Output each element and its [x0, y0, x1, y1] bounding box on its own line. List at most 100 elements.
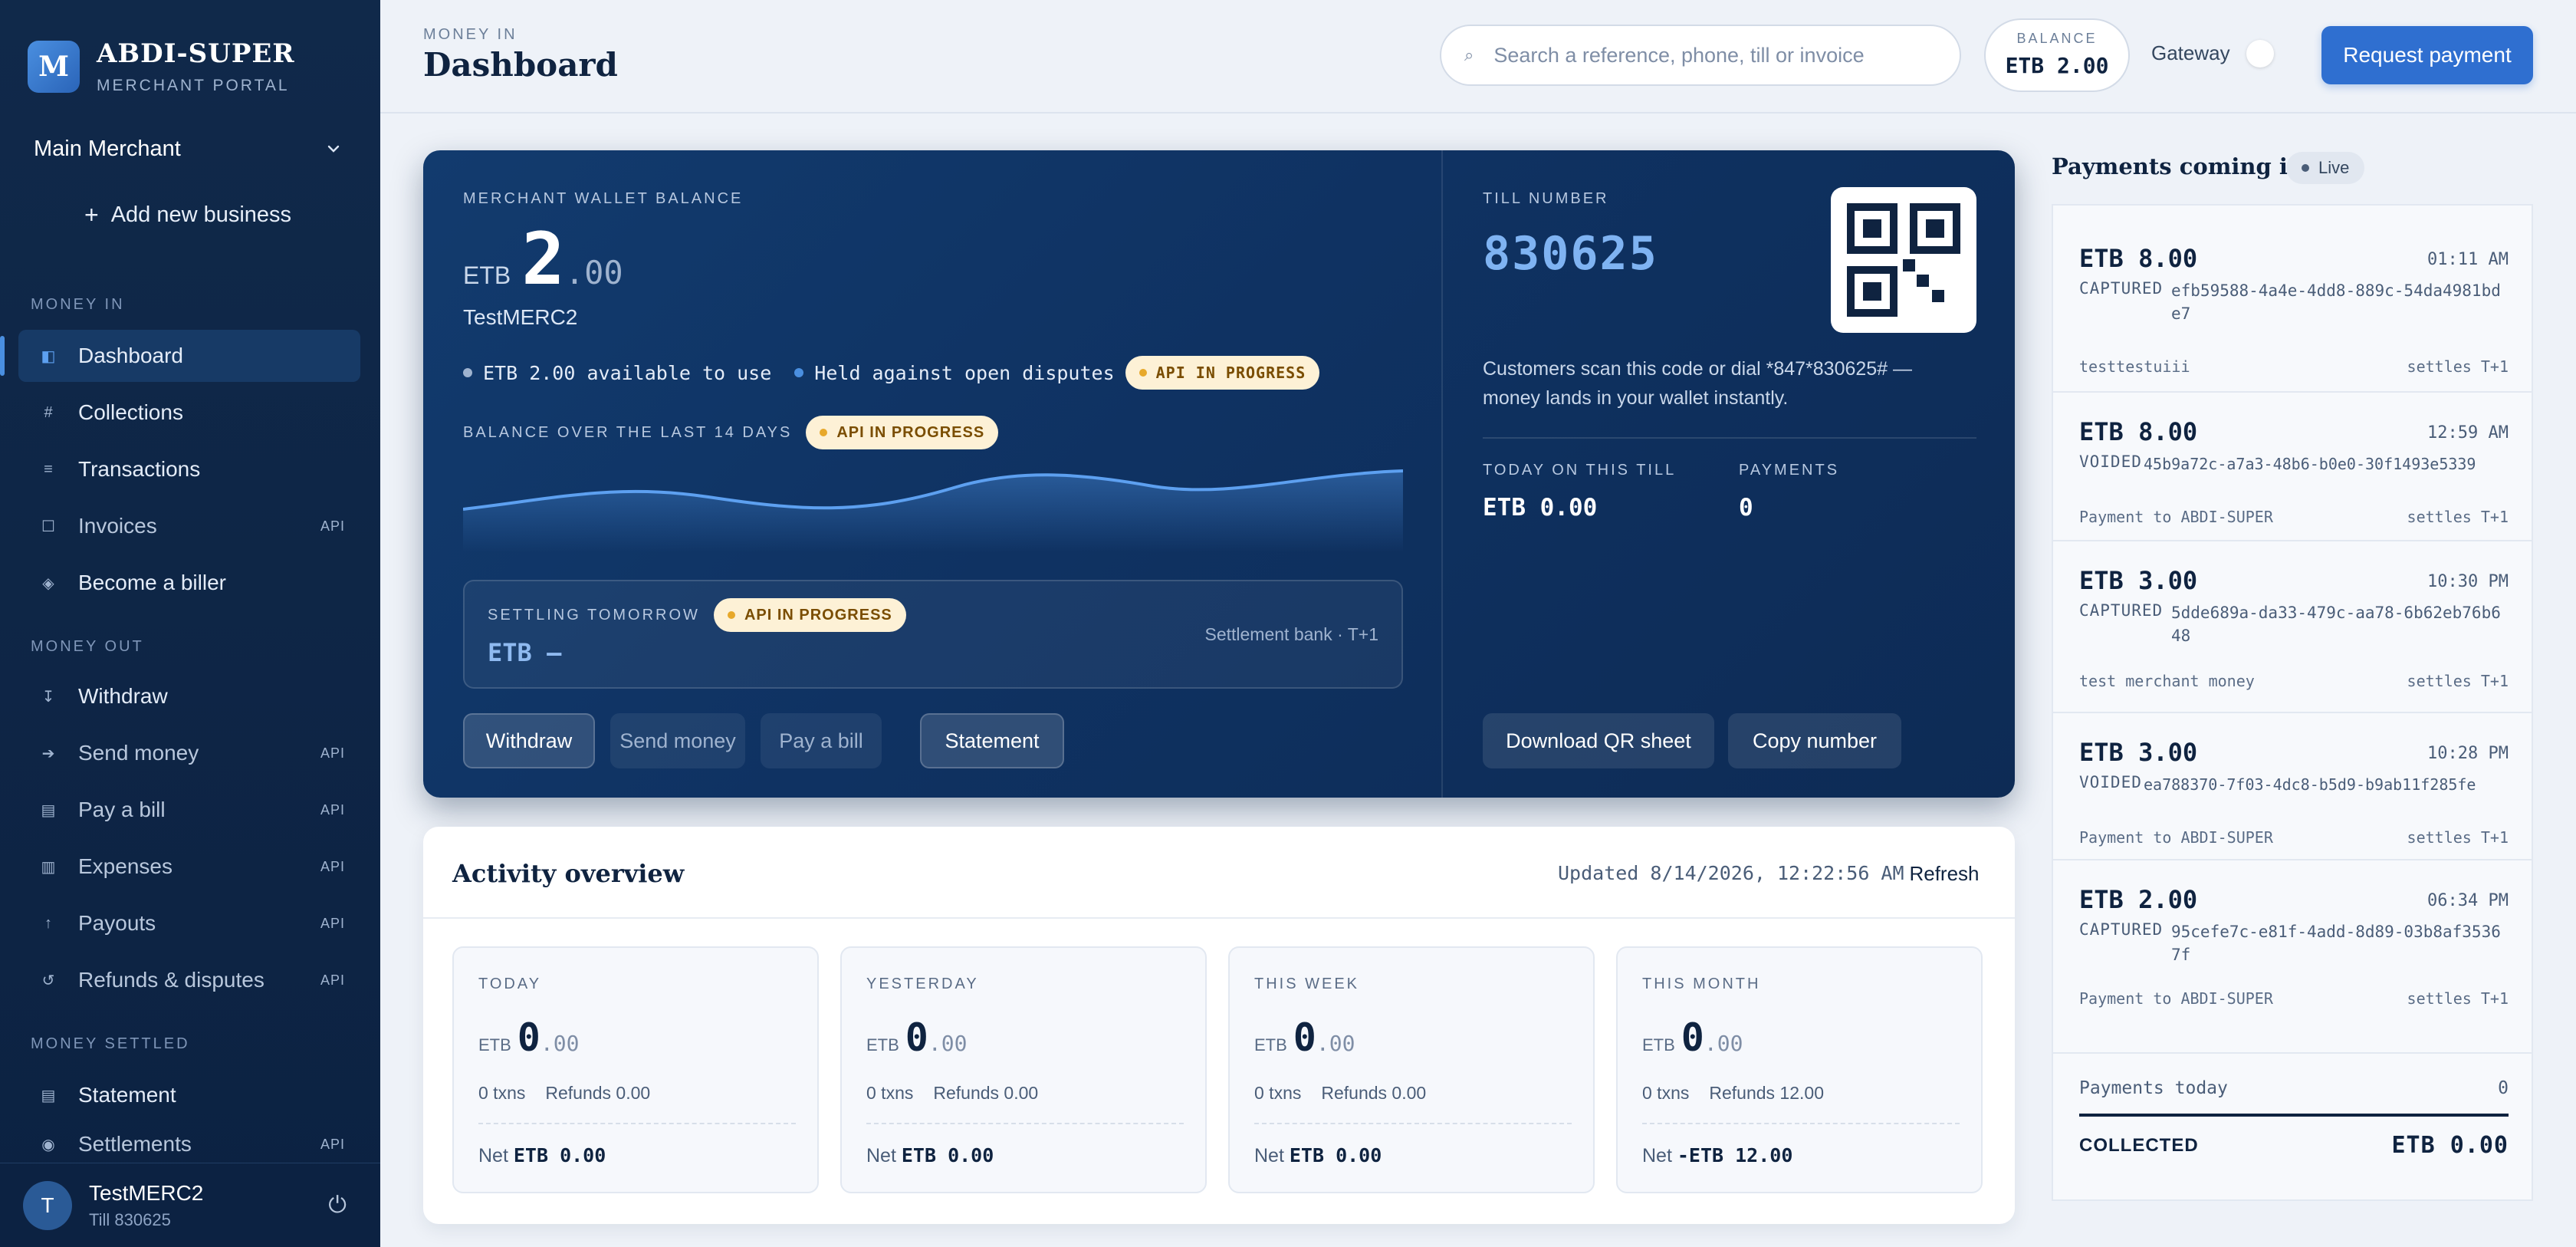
gateway-toggle[interactable] — [2240, 38, 2279, 69]
pay-bill-button[interactable]: Pay a bill — [761, 713, 882, 768]
hash-icon: # — [44, 403, 53, 421]
tx-time: 10:28 PM — [2427, 744, 2509, 763]
sidebar-item-dashboard[interactable]: ◧ Dashboard — [0, 330, 360, 382]
sidebar-item-label: Collections — [78, 400, 183, 424]
tx-amount: ETB 3.00 — [2079, 566, 2198, 595]
stat-divider — [478, 1123, 796, 1124]
stat-meta: 0 txns Refunds 12.00 — [1642, 1083, 1824, 1103]
sidebar-item-pay-bill[interactable]: ▤ Pay a bill API — [18, 784, 360, 836]
tx-settles: settles T+1 — [2407, 357, 2509, 376]
sidebar-item-expenses[interactable]: ▥ Expenses API — [18, 841, 360, 893]
settling-value: ETB — — [488, 638, 562, 667]
tx-time: 12:59 AM — [2427, 423, 2509, 443]
api-badge: API — [320, 745, 345, 761]
download-qr-button[interactable]: Download QR sheet — [1483, 713, 1714, 768]
tx-amount: ETB 3.00 — [2079, 738, 2198, 767]
add-business-button[interactable]: + Add new business — [84, 201, 291, 229]
search-input[interactable] — [1493, 43, 1939, 67]
wallet-card: MERCHANT WALLET BALANCE ETB 2 .00 TestME… — [423, 150, 2015, 798]
api-badge: API — [320, 801, 345, 818]
brand[interactable]: M ABDI-SUPER MERCHANT PORTAL — [28, 38, 295, 95]
sidebar-item-payouts[interactable]: ↑ Payouts API — [18, 897, 360, 949]
add-business-label: Add new business — [110, 202, 292, 227]
tx-id: 95cefe7c-e81f-4add-8d89-03b8af35367f — [2171, 923, 2501, 964]
tx-note: Payment to ABDI-SUPER — [2079, 828, 2273, 847]
bill-icon: ▤ — [41, 801, 56, 819]
activity-overview: Activity overview Updated 8/14/2026, 12:… — [423, 827, 2015, 1224]
refund-icon: ↺ — [41, 972, 55, 989]
withdraw-button[interactable]: Withdraw — [463, 713, 595, 768]
payments-label: PAYMENTS — [1739, 462, 1840, 479]
balance-chip-value: ETB 2.00 — [2005, 53, 2109, 78]
stat-card-yesterday: YESTERDAY ETB 0.00 0 txns Refunds 0.00 Net… — [840, 946, 1207, 1193]
diamond-icon: ◈ — [42, 574, 54, 592]
avatar: T — [23, 1180, 72, 1230]
wallet-amount-int: 2 — [521, 218, 565, 301]
activity-divider — [423, 917, 2015, 919]
sidebar-item-transactions[interactable]: ≡ Transactions — [18, 443, 360, 495]
stat-divider — [1642, 1123, 1960, 1124]
stat-card-this-month: THIS MONTH ETB 0.00 0 txns Refunds 12.00 N… — [1616, 946, 1983, 1193]
sidebar-item-statement[interactable]: ▤ Statement — [18, 1069, 360, 1121]
tx-amount: ETB 2.00 — [2079, 885, 2198, 914]
brand-subtitle: MERCHANT PORTAL — [97, 77, 290, 94]
sidebar-item-settlements[interactable]: ◉ Settlements API — [18, 1126, 360, 1163]
user-profile[interactable]: T TestMERC2 Till 830625 ⏻ — [0, 1163, 380, 1247]
api-badge: API — [320, 972, 345, 988]
wallet-amount-dec: .00 — [564, 254, 623, 291]
tx-settles: settles T+1 — [2407, 672, 2509, 690]
qr-code[interactable] — [1831, 187, 1976, 333]
activity-title: Activity overview — [452, 859, 685, 888]
sidebar-item-send-money[interactable]: ➔ Send money API — [18, 727, 360, 779]
till-divider — [1483, 437, 1976, 439]
section-money-in: MONEY IN — [31, 296, 125, 313]
tx-id: efb59588-4a4e-4dd8-889c-54da4981bde7 — [2171, 281, 2501, 323]
collected-total: COLLECTED ETB 0.00 — [2079, 1132, 2509, 1159]
tx-time: 01:11 AM — [2427, 250, 2509, 269]
stat-card-this-week: THIS WEEK ETB 0.00 0 txns Refunds 0.00 Net… — [1228, 946, 1595, 1193]
statement-button[interactable]: Statement — [920, 713, 1064, 768]
sidebar: M ABDI-SUPER MERCHANT PORTAL Main Mercha… — [0, 0, 380, 1247]
merchant-select[interactable]: Main Merchant — [18, 126, 357, 172]
sidebar-item-invoices[interactable]: ☐ Invoices API — [18, 500, 360, 552]
refresh-button[interactable]: Refresh — [1898, 853, 1990, 894]
tx-settles: settles T+1 — [2407, 828, 2509, 847]
copy-number-button[interactable]: Copy number — [1728, 713, 1901, 768]
sidebar-item-label: Become a biller — [78, 571, 226, 594]
section-money-out: MONEY OUT — [31, 638, 144, 655]
settling-tomorrow-panel: SETTLING TOMORROW API IN PROGRESS ETB — … — [463, 580, 1403, 689]
sidebar-item-refunds[interactable]: ↺ Refunds & disputes API — [18, 954, 360, 1006]
tx-note: testtestuiii — [2079, 357, 2190, 376]
wallet-currency: ETB — [463, 262, 511, 289]
send-money-button[interactable]: Send money — [610, 713, 745, 768]
gateway-label: Gateway — [2151, 41, 2230, 64]
stat-divider — [866, 1123, 1184, 1124]
tx-note: Payment to ABDI-SUPER — [2079, 508, 2273, 526]
stat-amount: ETB 0.00 — [478, 1015, 580, 1060]
hero-divider — [1441, 150, 1443, 798]
api-progress-badge: API IN PROGRESS — [806, 416, 999, 449]
stat-label: THIS WEEK — [1254, 976, 1360, 992]
sidebar-item-become-biller[interactable]: ◈ Become a biller — [18, 557, 360, 609]
top-header: MONEY IN Dashboard ⌕ BALANCE ETB 2.00 Ga… — [380, 0, 2576, 114]
live-badge: Live — [2286, 152, 2365, 184]
stat-divider — [1254, 1123, 1572, 1124]
sidebar-item-collections[interactable]: # Collections — [18, 387, 360, 439]
payments-value: 0 — [1739, 494, 1753, 522]
api-badge: API — [320, 915, 345, 931]
tx-settles: settles T+1 — [2407, 508, 2509, 526]
statement-icon: ▤ — [41, 1087, 56, 1104]
tx-status: CAPTURED — [2079, 601, 2164, 620]
stat-net: Net ETB 0.00 — [866, 1144, 994, 1166]
tx-status: CAPTURED — [2079, 920, 2164, 939]
search-box[interactable]: ⌕ — [1440, 25, 1961, 86]
request-payment-button[interactable]: Request payment — [2321, 26, 2533, 84]
tx-status: VOIDED — [2079, 773, 2142, 791]
held-text: Held against open disputes — [814, 361, 1115, 384]
power-icon[interactable]: ⏻ — [328, 1193, 347, 1219]
tx-note: Payment to ABDI-SUPER — [2079, 989, 2273, 1008]
balance-sparkline — [463, 469, 1403, 552]
wallet-balance: ETB 2 .00 — [463, 218, 623, 301]
sidebar-item-withdraw[interactable]: ↧ Withdraw — [18, 670, 360, 722]
tx-divider — [2053, 540, 2532, 541]
